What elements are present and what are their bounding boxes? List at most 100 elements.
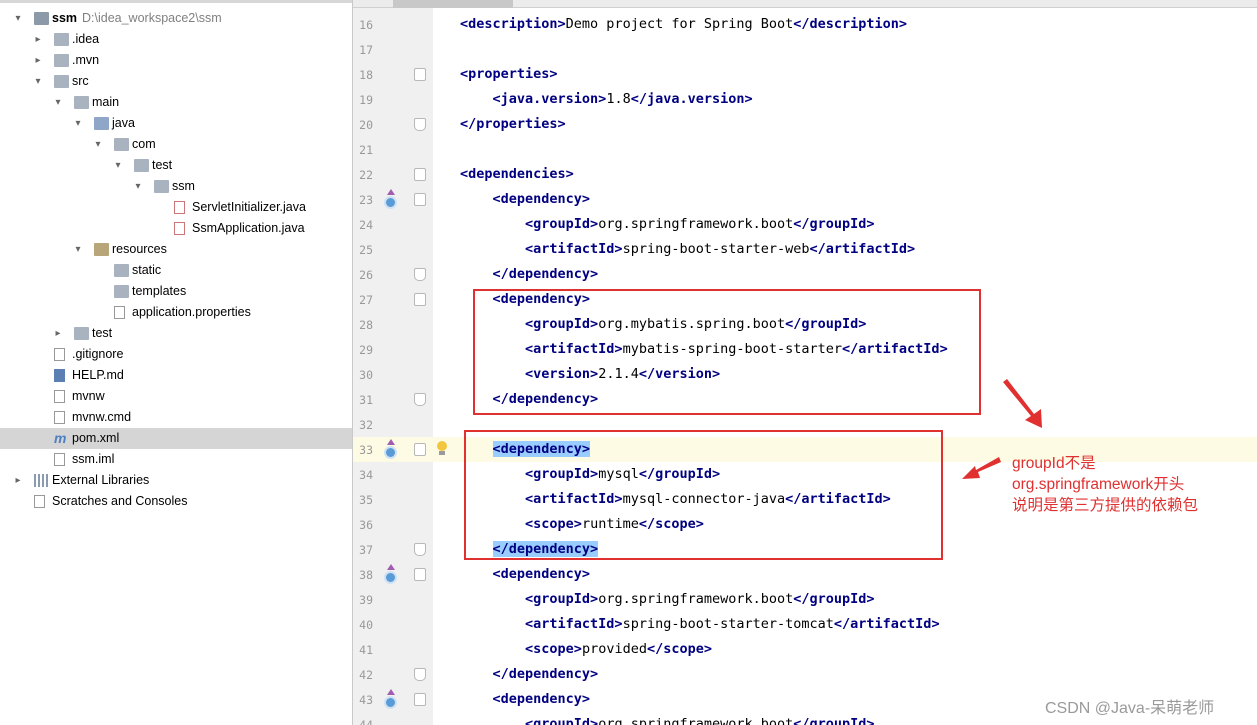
- code-line[interactable]: 19 <java.version>1.8</java.version>: [353, 87, 1257, 112]
- line-number: 33: [359, 443, 373, 457]
- fold-toggle-icon[interactable]: [414, 393, 426, 406]
- xml-tag: </description>: [793, 16, 908, 32]
- code-line[interactable]: 41 <scope>provided</scope>: [353, 637, 1257, 662]
- tree-item[interactable]: ▾ test: [0, 155, 352, 176]
- folder-icon: [54, 54, 69, 67]
- annotation-note: groupId不是 org.springframework开头 说明是第三方提供…: [1012, 453, 1242, 516]
- code-line[interactable]: 18 <properties>: [353, 62, 1257, 87]
- code-line[interactable]: 38 <dependency>: [353, 562, 1257, 587]
- fold-toggle-icon[interactable]: [414, 293, 426, 306]
- implementation-marker-icon[interactable]: [383, 564, 399, 584]
- line-number: 24: [359, 218, 373, 232]
- code-line[interactable]: 39 <groupId>org.springframework.boot</gr…: [353, 587, 1257, 612]
- code-line[interactable]: 20 </properties>: [353, 112, 1257, 137]
- editor-tab-pom-xml[interactable]: [393, 0, 513, 8]
- line-number: 20: [359, 118, 373, 132]
- chevron-down-icon[interactable]: ▾: [72, 113, 84, 134]
- chevron-down-icon[interactable]: ▾: [132, 176, 144, 197]
- code-line[interactable]: 17: [353, 37, 1257, 62]
- tree-item[interactable]: ▸ test: [0, 323, 352, 344]
- tree-item-label: mvnw: [72, 389, 105, 403]
- chevron-down-icon[interactable]: ▾: [92, 134, 104, 155]
- tree-item[interactable]: application.properties: [0, 302, 352, 323]
- tree-item[interactable]: mvnw: [0, 386, 352, 407]
- code-line[interactable]: 40 <artifactId>spring-boot-starter-tomca…: [353, 612, 1257, 637]
- chevron-down-icon[interactable]: ▾: [112, 155, 124, 176]
- tree-item[interactable]: ▾ ssm: [0, 176, 352, 197]
- code-line[interactable]: 26 </dependency>: [353, 262, 1257, 287]
- tree-item[interactable]: .gitignore: [0, 344, 352, 365]
- xml-tag: <groupId>: [525, 591, 599, 607]
- fold-toggle-icon[interactable]: [414, 118, 426, 131]
- fold-toggle-icon[interactable]: [414, 668, 426, 681]
- chevron-down-icon[interactable]: ▾: [32, 71, 44, 92]
- fold-toggle-icon[interactable]: [414, 543, 426, 556]
- code-line[interactable]: 25 <artifactId>spring-boot-starter-web</…: [353, 237, 1257, 262]
- xml-tag: </dependency>: [492, 266, 599, 282]
- code-line[interactable]: 23 <dependency>: [353, 187, 1257, 212]
- line-number: 28: [359, 318, 373, 332]
- tree-item[interactable]: ▾ src: [0, 71, 352, 92]
- tree-item[interactable]: ssm.iml: [0, 449, 352, 470]
- highlight-box-mysql: [464, 430, 943, 560]
- code-text: <dependencies>: [460, 162, 574, 187]
- tree-item[interactable]: ▸ External Libraries: [0, 470, 352, 491]
- tree-item-label: src: [72, 74, 89, 88]
- xml-tag: <dependency>: [492, 566, 591, 582]
- tree-item[interactable]: ▾ com: [0, 134, 352, 155]
- chevron-right-icon[interactable]: ▸: [52, 323, 64, 344]
- implementation-marker-icon[interactable]: [383, 439, 399, 459]
- tree-item[interactable]: m pom.xml: [0, 428, 352, 449]
- chevron-down-icon[interactable]: ▾: [72, 239, 84, 260]
- line-number: 21: [359, 143, 373, 157]
- code-line[interactable]: 16 <description>Demo project for Spring B…: [353, 12, 1257, 37]
- chevron-down-icon[interactable]: ▾: [12, 8, 24, 29]
- tree-item[interactable]: ▾ ssm D:\idea_workspace2\ssm: [0, 8, 352, 29]
- file-icon: [54, 411, 65, 424]
- fold-toggle-icon[interactable]: [414, 168, 426, 181]
- chevron-down-icon[interactable]: ▾: [52, 92, 64, 113]
- file-icon: [54, 390, 65, 403]
- fold-toggle-icon[interactable]: [414, 693, 426, 706]
- tree-item[interactable]: ▸ .mvn: [0, 50, 352, 71]
- tree-item[interactable]: SsmApplication.java: [0, 218, 352, 239]
- chevron-right-icon[interactable]: ▸: [32, 50, 44, 71]
- fold-toggle-icon[interactable]: [414, 568, 426, 581]
- chevron-right-icon[interactable]: ▸: [32, 29, 44, 50]
- code-line[interactable]: 42 </dependency>: [353, 662, 1257, 687]
- code-text: </dependency>: [460, 262, 599, 287]
- fold-toggle-icon[interactable]: [414, 268, 426, 281]
- code-token: provided: [581, 641, 647, 657]
- code-text: <dependency>: [460, 187, 591, 212]
- tree-item[interactable]: static: [0, 260, 352, 281]
- tree-item[interactable]: templates: [0, 281, 352, 302]
- code-text: <properties>: [460, 62, 558, 87]
- tree-item[interactable]: mvnw.cmd: [0, 407, 352, 428]
- code-line[interactable]: 21: [353, 137, 1257, 162]
- tree-item[interactable]: Scratches and Consoles: [0, 491, 352, 512]
- tree-item[interactable]: ▾ main: [0, 92, 352, 113]
- fold-toggle-icon[interactable]: [414, 443, 426, 456]
- tree-item[interactable]: ServletInitializer.java: [0, 197, 352, 218]
- implementation-marker-icon[interactable]: [383, 189, 399, 209]
- code-text: <artifactId>spring-boot-starter-tomcat</…: [460, 612, 940, 637]
- code-line[interactable]: 22 <dependencies>: [353, 162, 1257, 187]
- implementation-marker-icon[interactable]: [383, 689, 399, 709]
- fold-toggle-icon[interactable]: [414, 193, 426, 206]
- properties-file-icon: [114, 306, 125, 319]
- fold-toggle-icon[interactable]: [414, 68, 426, 81]
- tree-item[interactable]: ▸ .idea: [0, 29, 352, 50]
- tree-item[interactable]: ▾ resources: [0, 239, 352, 260]
- lightbulb-icon[interactable]: [436, 441, 448, 457]
- xml-tag: <artifactId>: [525, 241, 623, 257]
- tree-item[interactable]: HELP.md: [0, 365, 352, 386]
- tree-item[interactable]: ▾ java: [0, 113, 352, 134]
- code-line[interactable]: 24 <groupId>org.springframework.boot</gr…: [353, 212, 1257, 237]
- chevron-right-icon[interactable]: ▸: [12, 470, 24, 491]
- tree-item-label: test: [152, 158, 173, 172]
